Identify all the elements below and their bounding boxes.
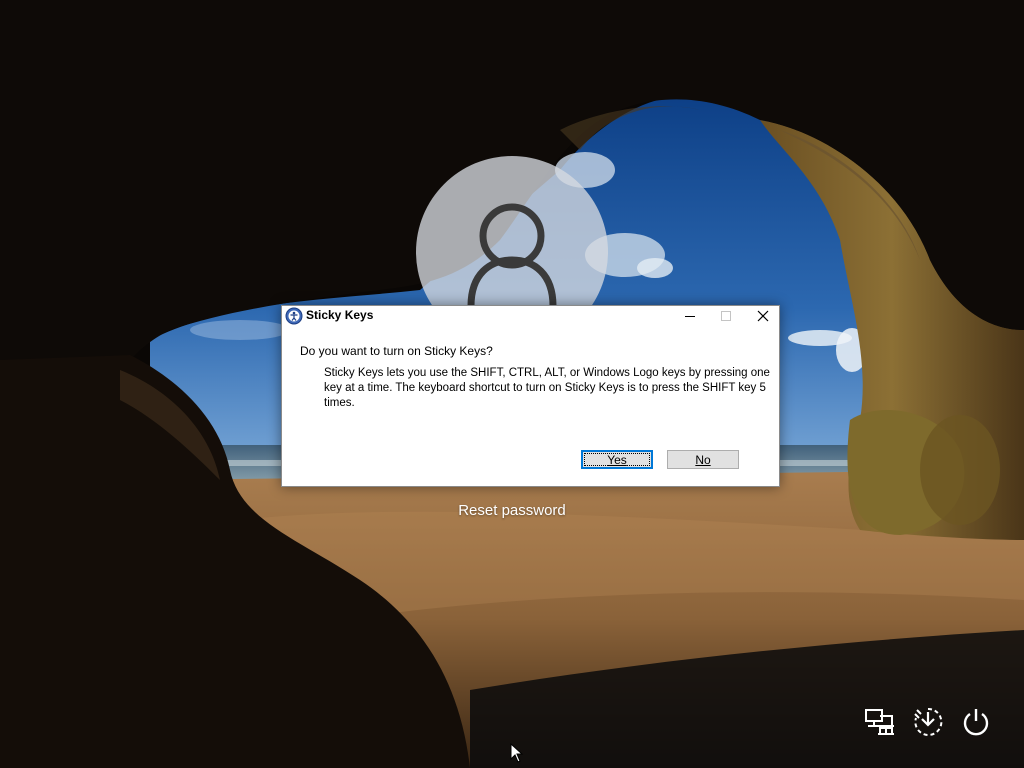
ease-of-access-icon [285,307,303,325]
dialog-body-text: Sticky Keys lets you use the SHIFT, CTRL… [324,367,770,409]
accessibility-icon[interactable] [912,706,944,738]
dialog-question: Do you want to turn on Sticky Keys? [300,344,493,358]
mouse-cursor [510,743,524,763]
lock-screen: Reset password Sticky Keys Do you want t… [0,0,1024,768]
dialog-title: Sticky Keys [306,308,374,322]
power-icon[interactable] [960,706,992,738]
network-icon[interactable] [864,706,896,738]
sticky-keys-dialog: Sticky Keys Do you want to turn on Stick… [281,305,780,487]
close-button[interactable] [745,306,781,326]
yes-button[interactable]: Yes [581,450,653,469]
reset-password-link[interactable]: Reset password [412,502,612,519]
maximize-button[interactable] [708,306,744,326]
maximize-icon [721,311,731,321]
close-icon [757,310,769,322]
minimize-button[interactable] [672,306,708,326]
minimize-icon [685,316,695,317]
dialog-titlebar[interactable]: Sticky Keys [282,306,779,328]
no-button[interactable]: No [667,450,739,469]
